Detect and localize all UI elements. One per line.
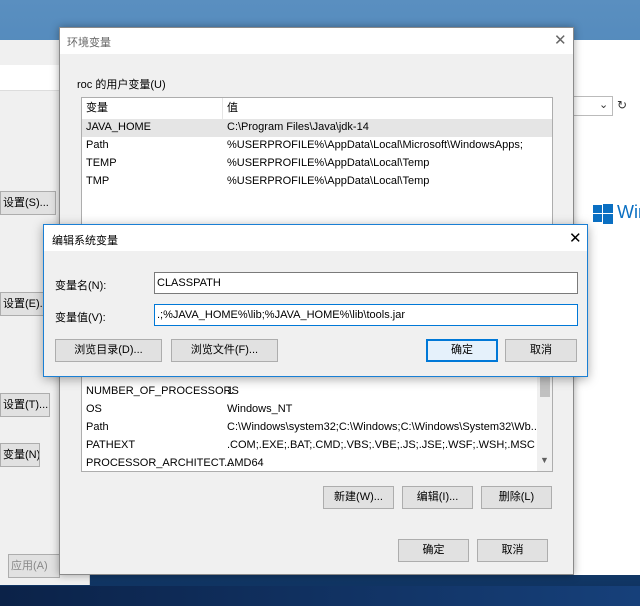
browse-directory-button[interactable]: 浏览目录(D)... xyxy=(55,339,162,362)
window-title: 环境变量 xyxy=(67,37,111,49)
settings-e-button[interactable]: 设置(E)... xyxy=(0,292,46,316)
cancel-button[interactable]: 取消 xyxy=(477,539,548,562)
list-item[interactable]: Path %USERPROFILE%\AppData\Local\Microso… xyxy=(82,137,552,155)
column-header-value[interactable]: 值 xyxy=(223,98,552,119)
titlebar[interactable] xyxy=(60,28,573,54)
settings-t-button[interactable]: 设置(T)... xyxy=(0,393,50,417)
var-value: %USERPROFILE%\AppData\Local\Temp xyxy=(227,175,430,187)
var-name: Path xyxy=(86,421,109,433)
settings-s-button[interactable]: 设置(S)... xyxy=(0,191,56,215)
dialog-title: 编辑系统变量 xyxy=(52,235,118,247)
chevron-down-icon[interactable]: ⌄ xyxy=(599,98,608,111)
browse-file-button[interactable]: 浏览文件(F)... xyxy=(171,339,278,362)
var-name: NUMBER_OF_PROCESSORS xyxy=(86,385,239,397)
variable-name-field[interactable]: CLASSPATH xyxy=(154,272,578,294)
edit-button[interactable]: 编辑(I)... xyxy=(402,486,473,509)
var-name: PROCESSOR_ARCHITECT... xyxy=(86,457,234,469)
column-header-name[interactable]: 变量 xyxy=(82,98,223,119)
var-value: AMD64 xyxy=(227,457,264,469)
user-vars-list[interactable]: 变量 值 JAVA_HOME C:\Program Files\Java\jdk… xyxy=(81,97,553,229)
var-value: C:\Program Files\Java\jdk-14 xyxy=(227,121,369,133)
ok-button[interactable]: 确定 xyxy=(398,539,469,562)
env-variables-button[interactable]: 变量(N)... xyxy=(0,443,40,467)
close-icon[interactable]: ✕ xyxy=(554,31,567,49)
variable-value-field[interactable]: .;%JAVA_HOME%\lib;%JAVA_HOME%\lib\tools.… xyxy=(154,304,578,326)
new-button[interactable]: 新建(W)... xyxy=(323,486,394,509)
list-item[interactable]: OS Windows_NT xyxy=(82,401,552,419)
variable-value-label: 变量值(V): xyxy=(55,312,106,324)
apply-button[interactable]: 应用(A) xyxy=(8,554,60,578)
var-value: Windows_NT xyxy=(227,403,293,415)
var-value: C:\Windows\system32;C:\Windows;C:\Window… xyxy=(227,421,540,433)
windows-logo-icon xyxy=(593,204,613,224)
var-name: TEMP xyxy=(86,157,117,169)
titlebar[interactable] xyxy=(44,225,587,251)
delete-button[interactable]: 删除(L) xyxy=(481,486,552,509)
variable-name-label: 变量名(N): xyxy=(55,280,107,292)
list-item[interactable]: Path C:\Windows\system32;C:\Windows;C:\W… xyxy=(82,419,552,437)
list-item[interactable]: TMP %USERPROFILE%\AppData\Local\Temp xyxy=(82,173,552,191)
scrollbar-thumb[interactable] xyxy=(540,377,550,397)
var-value: .COM;.EXE;.BAT;.CMD;.VBS;.VBE;.JS;.JSE;.… xyxy=(227,439,535,451)
edit-system-variable-dialog: 编辑系统变量 ✕ 变量名(N): CLASSPATH 变量值(V): .;%JA… xyxy=(43,224,588,377)
var-value: 1 xyxy=(227,385,234,397)
user-vars-group-title: roc 的用户变量(U) xyxy=(77,79,166,91)
var-name: OS xyxy=(86,403,102,415)
list-item[interactable]: PATHEXT .COM;.EXE;.BAT;.CMD;.VBS;.VBE;.J… xyxy=(82,437,552,455)
var-name: TMP xyxy=(86,175,110,187)
taskbar-strip xyxy=(0,586,640,606)
close-icon[interactable]: ✕ xyxy=(569,229,582,247)
var-name: JAVA_HOME xyxy=(86,121,151,133)
var-name: Path xyxy=(86,139,109,151)
var-value: %USERPROFILE%\AppData\Local\Temp xyxy=(227,157,430,169)
list-item[interactable]: TEMP %USERPROFILE%\AppData\Local\Temp xyxy=(82,155,552,173)
list-item[interactable]: JAVA_HOME C:\Program Files\Java\jdk-14 xyxy=(82,119,552,137)
var-value: %USERPROFILE%\AppData\Local\Microsoft\Wi… xyxy=(227,139,523,151)
list-item[interactable]: PROCESSOR_ARCHITECT... AMD64 xyxy=(82,455,552,471)
var-name: PATHEXT xyxy=(86,439,136,451)
windows-brand-text: Win xyxy=(617,202,640,222)
cancel-button[interactable]: 取消 xyxy=(505,339,577,362)
refresh-icon[interactable]: ↻ xyxy=(617,98,627,112)
scroll-down-icon[interactable]: ▼ xyxy=(540,455,549,465)
list-item[interactable]: NUMBER_OF_PROCESSORS 1 xyxy=(82,383,552,401)
ok-button[interactable]: 确定 xyxy=(426,339,498,362)
